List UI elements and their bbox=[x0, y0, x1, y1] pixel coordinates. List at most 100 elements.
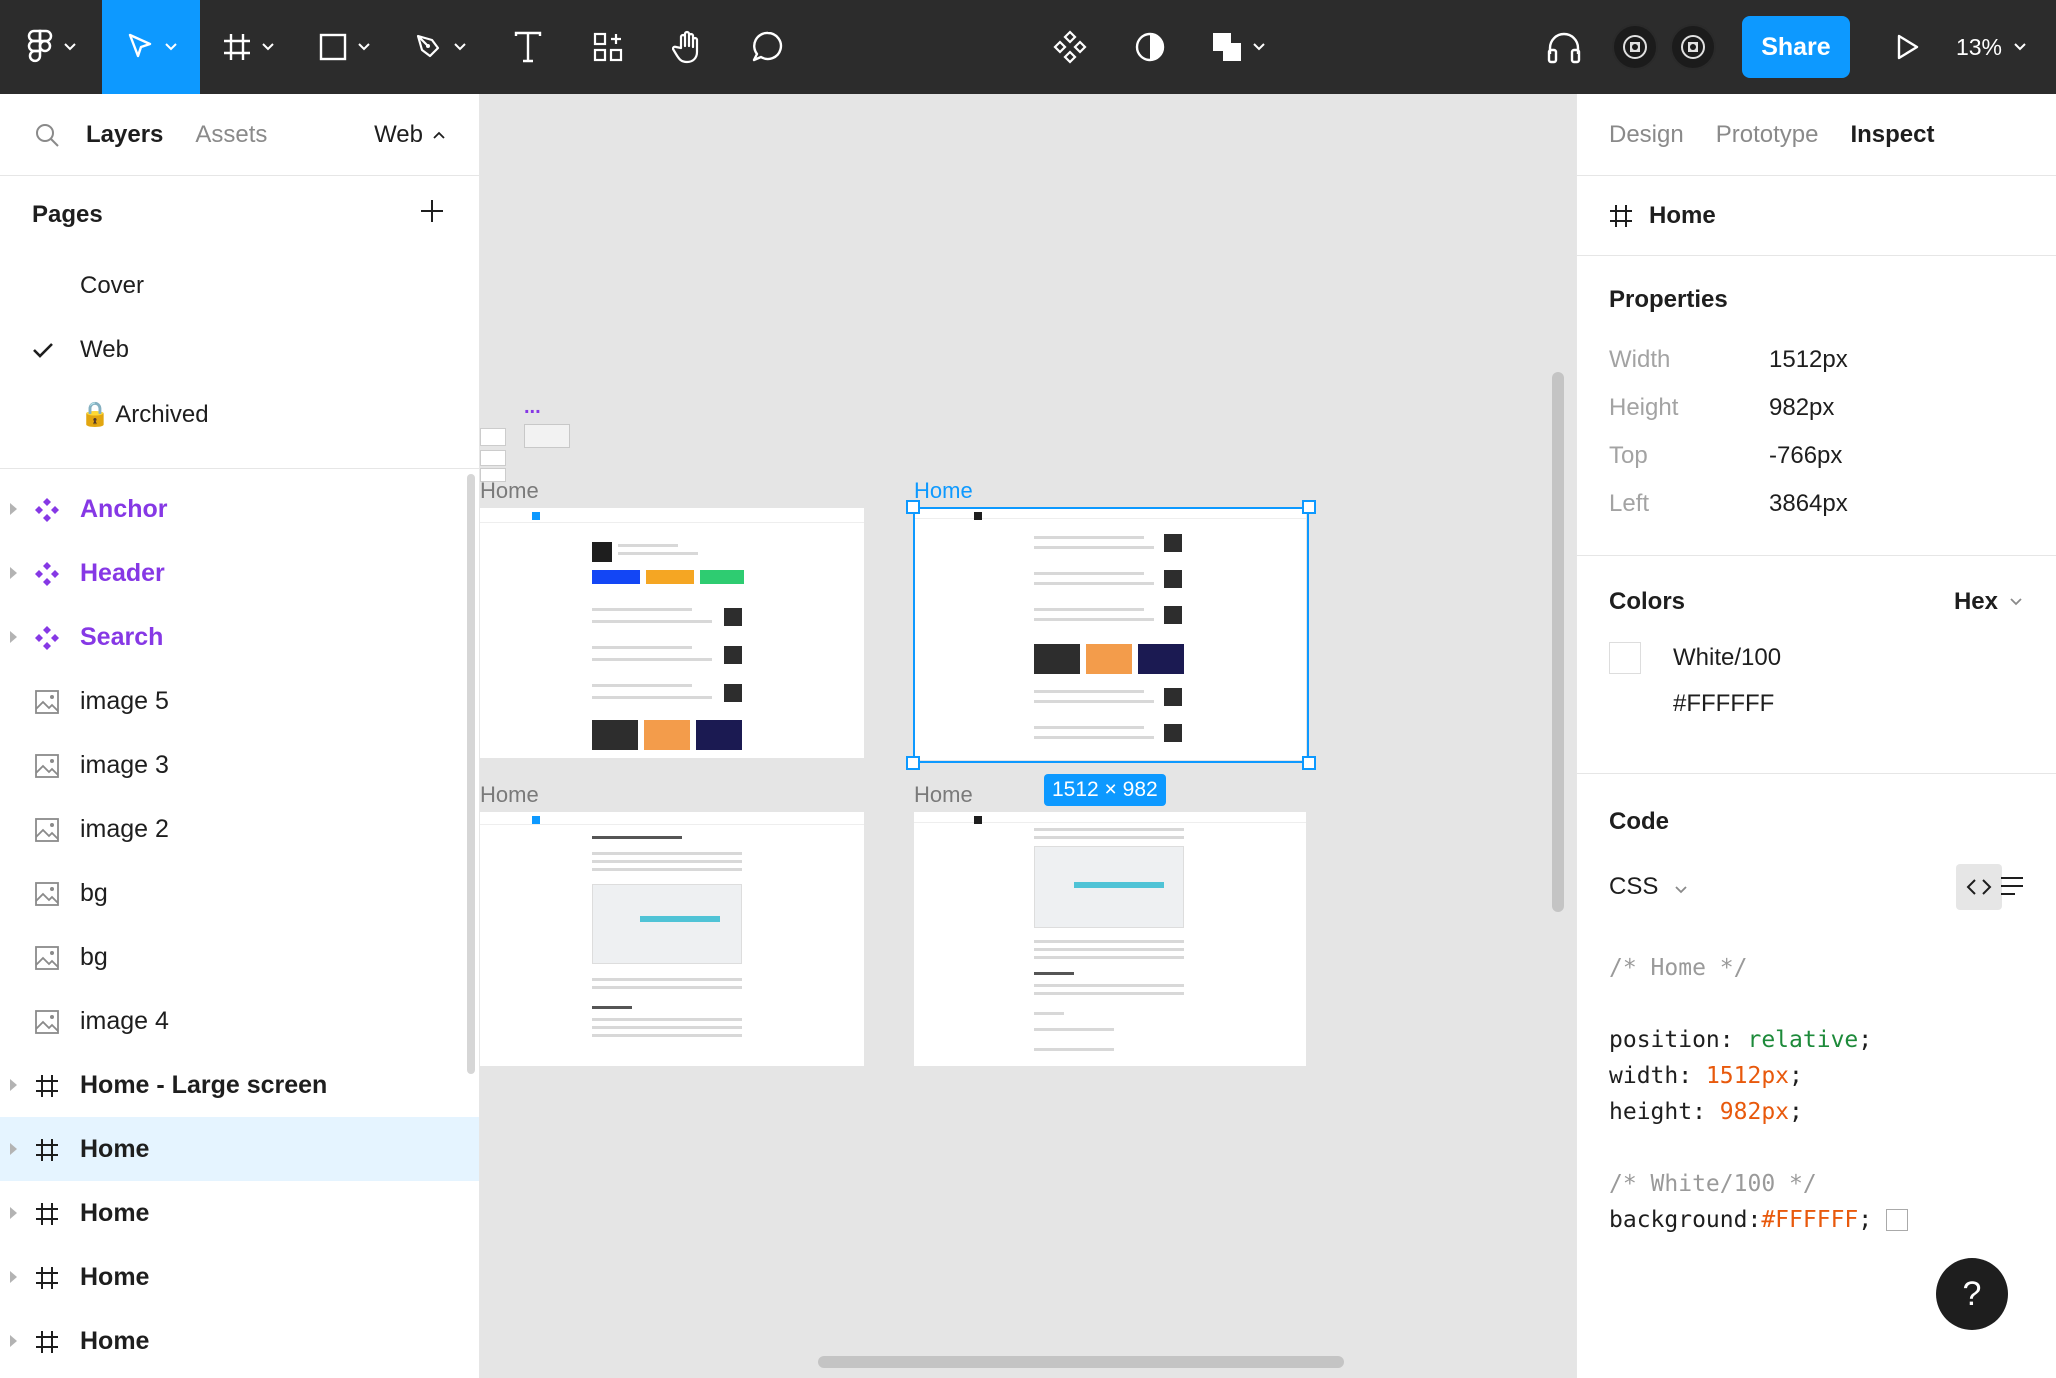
layer-image[interactable]: image 2 bbox=[0, 797, 479, 861]
text-tool[interactable] bbox=[488, 0, 568, 94]
resize-handle[interactable] bbox=[906, 500, 920, 514]
avatar[interactable] bbox=[1611, 24, 1658, 70]
expand-caret-icon[interactable] bbox=[10, 1079, 17, 1091]
page-selector[interactable]: Web bbox=[374, 121, 445, 149]
frame-tool[interactable] bbox=[200, 0, 296, 94]
color-entry[interactable]: White/100 #FFFFFF bbox=[1609, 642, 2056, 718]
resize-handle[interactable] bbox=[1302, 500, 1316, 514]
text-align-icon[interactable] bbox=[2000, 876, 2024, 896]
text-icon bbox=[514, 31, 542, 63]
boolean-button[interactable] bbox=[1190, 0, 1286, 94]
zoom-dropdown[interactable]: 13% bbox=[1956, 34, 2026, 61]
prop-value[interactable]: 1512px bbox=[1769, 346, 1848, 374]
canvas-vertical-scrollbar[interactable] bbox=[1552, 372, 1564, 912]
expand-caret-icon[interactable] bbox=[10, 503, 17, 515]
layer-search[interactable]: Search bbox=[0, 605, 479, 669]
image-icon bbox=[35, 946, 59, 970]
layers-scrollbar[interactable] bbox=[467, 474, 475, 1074]
shape-tool[interactable] bbox=[296, 0, 392, 94]
comment-icon bbox=[752, 31, 783, 62]
chevron-down-icon bbox=[64, 43, 76, 51]
layer-anchor[interactable]: Anchor bbox=[0, 477, 479, 541]
frame-thumbnail[interactable] bbox=[480, 812, 864, 1066]
pen-tool[interactable] bbox=[392, 0, 488, 94]
selection-box[interactable] bbox=[913, 507, 1309, 763]
layer-frame[interactable]: Home bbox=[0, 1245, 479, 1309]
tab-design[interactable]: Design bbox=[1609, 121, 1684, 149]
frame-label[interactable]: Home bbox=[480, 478, 539, 504]
comment-tool[interactable] bbox=[728, 0, 808, 94]
search-icon[interactable] bbox=[34, 122, 60, 148]
expand-caret-icon[interactable] bbox=[10, 631, 17, 643]
frame-label-selected[interactable]: Home bbox=[914, 478, 973, 504]
resize-handle[interactable] bbox=[906, 756, 920, 770]
expand-caret-icon[interactable] bbox=[10, 1207, 17, 1219]
layer-image[interactable]: image 5 bbox=[0, 669, 479, 733]
hand-tool[interactable] bbox=[648, 0, 728, 94]
page-item-web[interactable]: Web bbox=[0, 318, 479, 382]
main-menu-button[interactable] bbox=[0, 0, 102, 94]
selected-layer-header: Home bbox=[1577, 176, 2056, 256]
layer-frame[interactable]: Home bbox=[0, 1181, 479, 1245]
prop-value[interactable]: 3864px bbox=[1769, 490, 1848, 518]
avatar[interactable] bbox=[1669, 24, 1716, 70]
prop-value[interactable]: -766px bbox=[1769, 442, 1842, 470]
layer-label: bg bbox=[80, 878, 108, 907]
expand-caret-icon[interactable] bbox=[10, 1143, 17, 1155]
components-button[interactable] bbox=[1030, 0, 1110, 94]
expand-caret-icon[interactable] bbox=[10, 1271, 17, 1283]
frame-label[interactable]: Home bbox=[914, 782, 973, 808]
add-page-icon[interactable] bbox=[419, 198, 445, 224]
expand-caret-icon[interactable] bbox=[10, 1335, 17, 1347]
tab-prototype[interactable]: Prototype bbox=[1716, 121, 1819, 149]
tab-layers[interactable]: Layers bbox=[86, 121, 163, 149]
layer-frame-selected[interactable]: Home bbox=[0, 1117, 479, 1181]
hand-icon bbox=[672, 30, 699, 64]
frame-thumbnail[interactable] bbox=[480, 508, 864, 758]
code-lang-dropdown[interactable]: CSS bbox=[1609, 873, 1687, 901]
properties-title: Properties bbox=[1609, 286, 1728, 313]
audio-button[interactable] bbox=[1534, 0, 1594, 94]
layer-label: Home bbox=[80, 1134, 150, 1163]
frame-thumbnail[interactable] bbox=[914, 812, 1306, 1066]
layer-header[interactable]: Header bbox=[0, 541, 479, 605]
code-block[interactable]: /* Home */ position: relative; width: 15… bbox=[1609, 950, 2056, 1238]
layer-image[interactable]: bg bbox=[0, 861, 479, 925]
canvas-note[interactable] bbox=[524, 424, 570, 448]
frame-label[interactable]: Home bbox=[480, 782, 539, 808]
expand-caret-icon[interactable] bbox=[10, 567, 17, 579]
layer-image[interactable]: image 3 bbox=[0, 733, 479, 797]
layer-image[interactable]: image 4 bbox=[0, 989, 479, 1053]
properties-section: Properties Width 1512px Height 982px Top… bbox=[1577, 256, 2056, 556]
frame-icon bbox=[36, 1139, 58, 1161]
layer-frame[interactable]: Home - Large screen bbox=[0, 1053, 479, 1117]
help-button[interactable]: ? bbox=[1936, 1258, 2008, 1330]
frame-icon bbox=[224, 34, 250, 60]
canvas-element[interactable] bbox=[480, 450, 506, 466]
resources-tool[interactable] bbox=[568, 0, 648, 94]
component-icon bbox=[1053, 30, 1087, 64]
present-button[interactable] bbox=[1878, 0, 1938, 94]
canvas-horizontal-scrollbar[interactable] bbox=[818, 1356, 1344, 1368]
mask-button[interactable] bbox=[1110, 0, 1190, 94]
layer-label: Anchor bbox=[80, 494, 168, 523]
color-format-dropdown[interactable]: Hex bbox=[1954, 588, 2022, 616]
prop-value[interactable]: 982px bbox=[1769, 394, 1834, 422]
component-icon bbox=[35, 626, 59, 650]
page-item-cover[interactable]: Cover bbox=[0, 254, 479, 318]
code-view-button[interactable] bbox=[1956, 864, 2002, 910]
move-tool[interactable] bbox=[102, 0, 200, 94]
canvas-element[interactable] bbox=[480, 428, 506, 446]
prop-key: Width bbox=[1609, 346, 1671, 373]
prop-row-top: Top -766px bbox=[1609, 432, 2056, 480]
tab-assets[interactable]: Assets bbox=[195, 121, 267, 149]
layer-image[interactable]: bg bbox=[0, 925, 479, 989]
share-button[interactable]: Share bbox=[1741, 16, 1850, 78]
resize-handle[interactable] bbox=[1302, 756, 1316, 770]
page-item-archived[interactable]: 🔒 Archived bbox=[0, 382, 479, 446]
code-section: Code CSS /* Home */ position: relative; … bbox=[1577, 774, 2056, 1238]
canvas[interactable]: ... Home Home Home Home 1512 × 982 bbox=[480, 94, 1576, 1378]
layer-frame[interactable]: Home bbox=[0, 1309, 479, 1373]
image-icon bbox=[35, 818, 59, 842]
tab-inspect[interactable]: Inspect bbox=[1850, 121, 1934, 149]
